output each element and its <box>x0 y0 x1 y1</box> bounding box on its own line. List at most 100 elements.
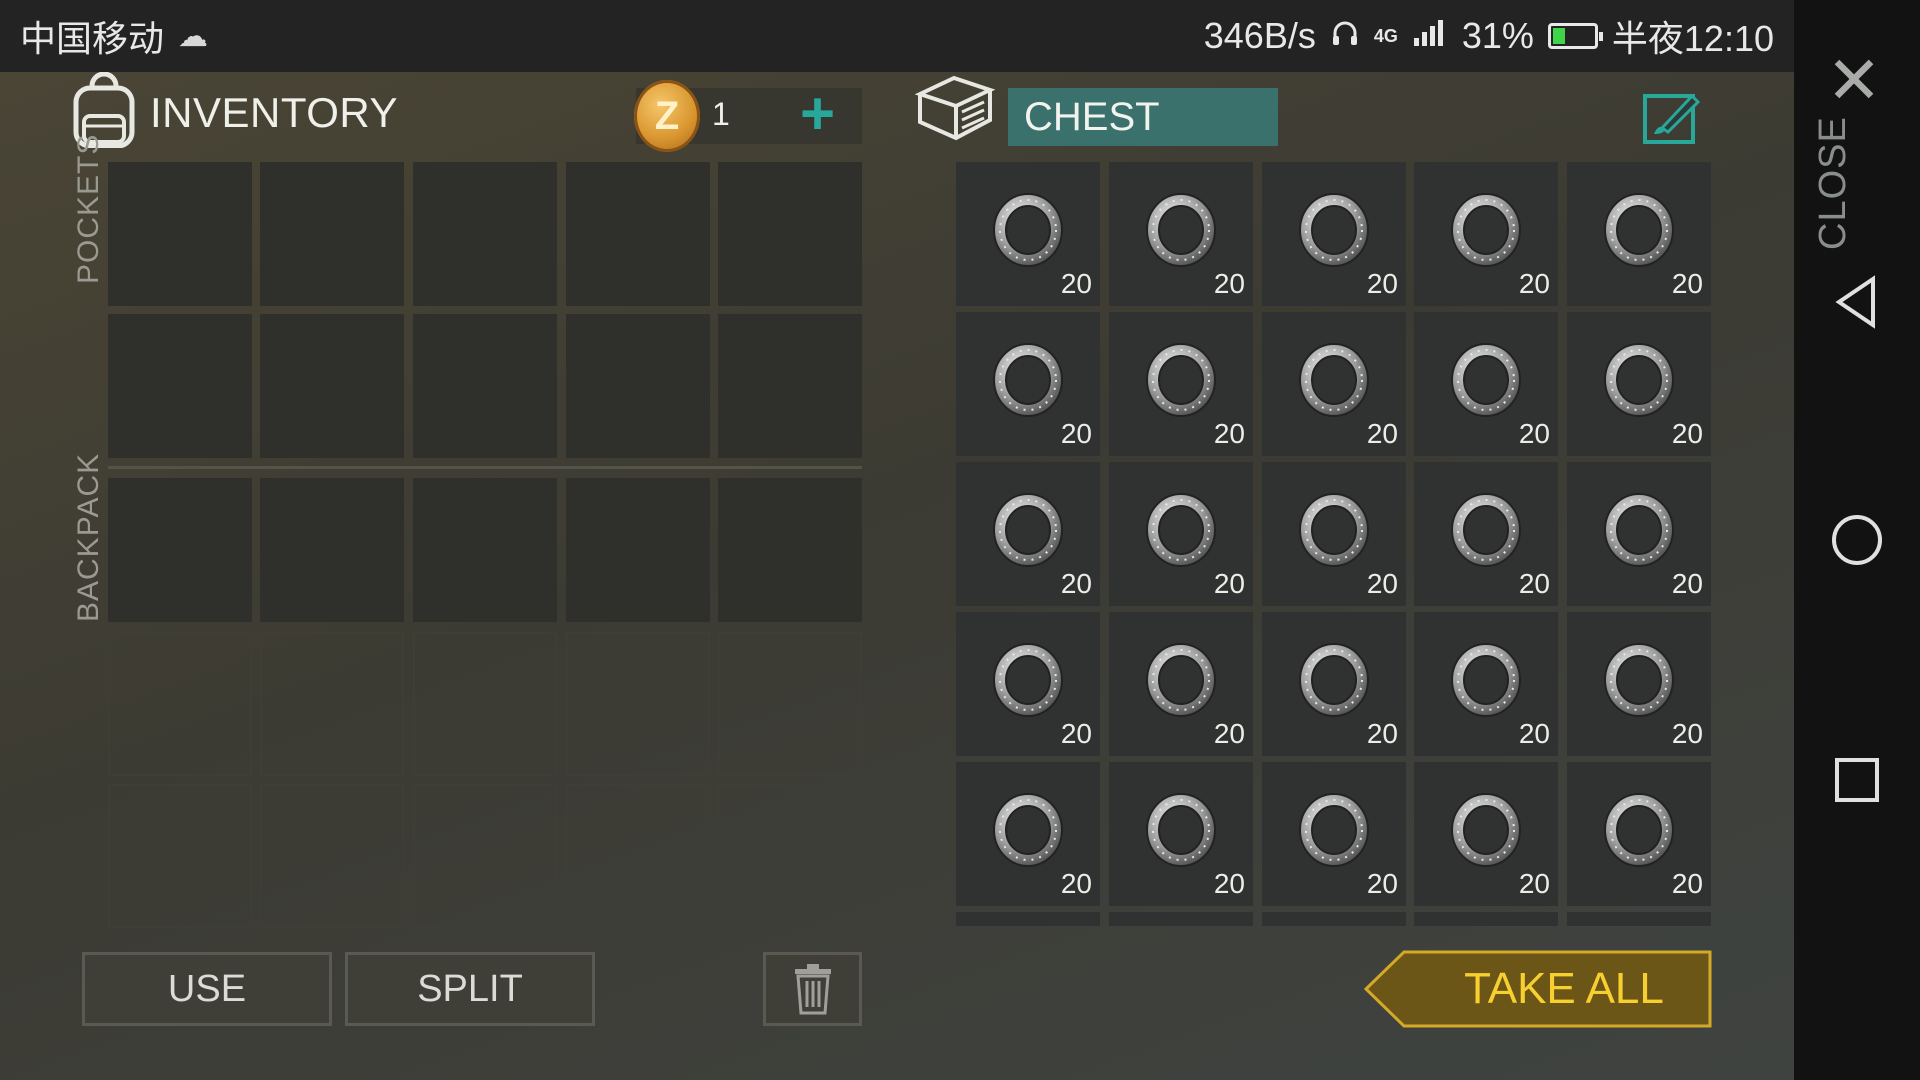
pocket-slot[interactable] <box>566 314 710 458</box>
chest-item-slot[interactable]: 20 <box>1109 312 1253 456</box>
chest-item-slot[interactable]: 20 <box>1262 312 1406 456</box>
network-speed: 346B/s <box>1203 15 1316 56</box>
bearing-ring-icon <box>1296 492 1372 573</box>
item-quantity: 20 <box>1518 718 1550 749</box>
item-quantity: 20 <box>1366 418 1398 449</box>
battery-percent: 31% <box>1461 15 1534 56</box>
pocket-slot[interactable] <box>413 314 557 458</box>
locked-backpack-slot <box>108 784 252 928</box>
chest-item-slot[interactable]: 20 <box>1414 462 1558 606</box>
chest-item-slot-partial[interactable] <box>1109 912 1253 926</box>
chest-item-slot[interactable]: 20 <box>1567 762 1711 906</box>
bearing-ring-icon <box>1601 492 1677 573</box>
close-label[interactable]: CLOSE <box>1812 116 1882 250</box>
chest-item-slot[interactable]: 20 <box>1262 762 1406 906</box>
item-quantity: 20 <box>1366 268 1398 299</box>
chest-item-slot-partial[interactable] <box>1414 912 1558 926</box>
item-quantity: 20 <box>1518 568 1550 599</box>
item-quantity: 20 <box>1518 418 1550 449</box>
chest-item-slot[interactable]: 20 <box>1262 462 1406 606</box>
bearing-ring-icon <box>1448 342 1524 423</box>
chest-item-slot[interactable]: 20 <box>956 762 1100 906</box>
nav-home-button[interactable] <box>1794 510 1920 570</box>
pocket-slot[interactable] <box>718 314 862 458</box>
chest-item-slot[interactable]: 20 <box>956 462 1100 606</box>
pocket-slot[interactable] <box>108 314 252 458</box>
backpack-slot[interactable] <box>413 478 557 622</box>
chest-item-slot[interactable]: 20 <box>956 612 1100 756</box>
item-quantity: 20 <box>1060 868 1092 899</box>
chest-item-slot[interactable]: 20 <box>1109 762 1253 906</box>
chest-item-slot[interactable]: 20 <box>1414 312 1558 456</box>
locked-backpack-slot <box>108 632 252 776</box>
chest-item-slot-partial[interactable] <box>956 912 1100 926</box>
chest-item-slot[interactable]: 20 <box>1414 612 1558 756</box>
bearing-ring-icon <box>1296 642 1372 723</box>
use-button[interactable]: USE <box>82 952 332 1026</box>
coin-icon: Z <box>634 80 700 152</box>
clock: 半夜12:10 <box>1611 18 1774 59</box>
item-quantity: 20 <box>1213 268 1245 299</box>
chest-item-slot[interactable]: 20 <box>1414 762 1558 906</box>
inventory-header: INVENTORY <box>70 71 399 153</box>
bearing-ring-icon <box>1296 342 1372 423</box>
item-quantity: 20 <box>1366 718 1398 749</box>
item-quantity: 20 <box>1671 568 1703 599</box>
chest-item-slot[interactable]: 20 <box>1414 162 1558 306</box>
chest-item-slot[interactable]: 20 <box>1109 612 1253 756</box>
item-quantity: 20 <box>1060 418 1092 449</box>
pocket-slot[interactable] <box>260 162 404 306</box>
item-quantity: 20 <box>1213 418 1245 449</box>
backpack-slot[interactable] <box>260 478 404 622</box>
item-quantity: 20 <box>1060 568 1092 599</box>
close-button[interactable]: ✕ <box>1826 47 1882 113</box>
item-quantity: 20 <box>1518 868 1550 899</box>
chest-item-slot-partial[interactable] <box>1262 912 1406 926</box>
nav-back-button[interactable] <box>1794 270 1920 334</box>
delete-button[interactable] <box>763 952 862 1026</box>
headphones-icon <box>1330 15 1360 57</box>
backpack-slot[interactable] <box>566 478 710 622</box>
chest-item-slot[interactable]: 20 <box>1567 312 1711 456</box>
nav-recents-button[interactable] <box>1794 752 1920 808</box>
item-quantity: 20 <box>1671 418 1703 449</box>
chest-item-slot[interactable]: 20 <box>1109 462 1253 606</box>
chest-item-slot[interactable]: 20 <box>956 162 1100 306</box>
chest-item-slot[interactable]: 20 <box>1567 462 1711 606</box>
locked-backpack-slot <box>718 784 862 928</box>
chest-item-slot[interactable]: 20 <box>1567 162 1711 306</box>
inventory-title: INVENTORY <box>150 88 399 136</box>
battery-icon <box>1547 23 1603 49</box>
chest-item-slot[interactable]: 20 <box>1262 612 1406 756</box>
chest-item-slot[interactable]: 20 <box>1262 162 1406 306</box>
locked-backpack-slot <box>413 632 557 776</box>
chest-icon <box>914 70 996 151</box>
weather-cloud-icon: ☁ <box>178 19 209 53</box>
chest-item-slot[interactable]: 20 <box>1109 162 1253 306</box>
pocket-slot[interactable] <box>260 314 404 458</box>
pocket-slot[interactable] <box>566 162 710 306</box>
backpack-slot[interactable] <box>718 478 862 622</box>
item-quantity: 20 <box>1060 268 1092 299</box>
pocket-slot[interactable] <box>108 162 252 306</box>
bearing-ring-icon <box>990 792 1066 873</box>
item-quantity: 20 <box>1671 868 1703 899</box>
pocket-slot[interactable] <box>718 162 862 306</box>
chest-item-slot[interactable]: 20 <box>956 312 1100 456</box>
signal-icon <box>1412 15 1448 57</box>
take-all-button[interactable]: TAKE ALL <box>1364 950 1712 1028</box>
pocket-slot[interactable] <box>413 162 557 306</box>
locked-backpack-slot <box>566 632 710 776</box>
item-quantity: 20 <box>1213 718 1245 749</box>
take-all-label: TAKE ALL <box>1464 964 1664 1013</box>
add-coins-button[interactable]: + <box>800 82 835 146</box>
item-quantity: 20 <box>1213 868 1245 899</box>
home-circle-icon <box>1832 515 1882 565</box>
split-button[interactable]: SPLIT <box>345 952 595 1026</box>
chest-item-slot[interactable]: 20 <box>1567 612 1711 756</box>
backpack-slot[interactable] <box>108 478 252 622</box>
bearing-ring-icon <box>1143 492 1219 573</box>
chest-item-slot-partial[interactable] <box>1567 912 1711 926</box>
rename-chest-button[interactable] <box>1642 88 1702 146</box>
item-quantity: 20 <box>1366 568 1398 599</box>
